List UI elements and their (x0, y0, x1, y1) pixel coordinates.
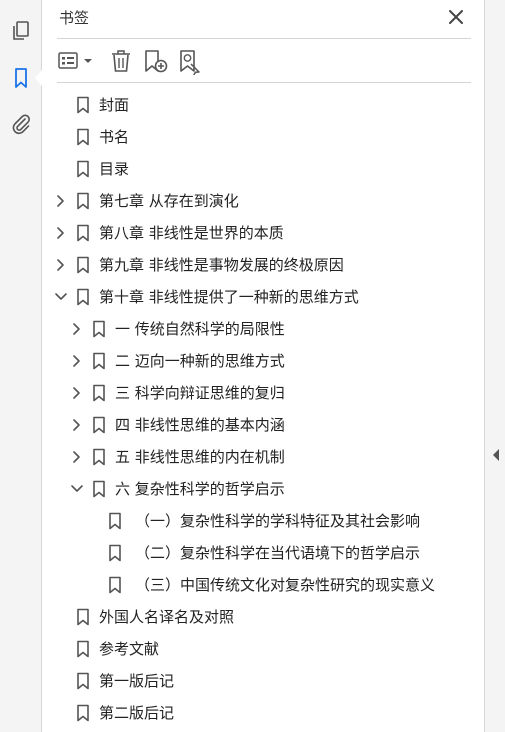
bookmark-item-icon (76, 640, 90, 658)
bookmark-item-icon (108, 544, 122, 562)
bookmark-icon[interactable] (9, 66, 33, 90)
bookmark-label: 二 迈向一种新的思维方式 (115, 352, 285, 370)
bookmark-item-icon (76, 192, 90, 210)
trash-icon[interactable] (109, 47, 133, 75)
bookmark-item-icon (76, 128, 90, 146)
new-bookmark-icon[interactable] (143, 47, 169, 75)
bookmark-item[interactable]: 第九章 非线性是事物发展的终极原因 (43, 249, 484, 281)
bookmark-label: 第八章 非线性是世界的本质 (99, 224, 284, 242)
bookmark-item[interactable]: 四 非线性思维的基本内涵 (43, 409, 484, 441)
bookmark-item-icon (76, 256, 90, 274)
bookmark-item-icon (76, 672, 90, 690)
bookmark-item[interactable]: 第十章 非线性提供了一种新的思维方式 (43, 281, 484, 313)
bookmark-item[interactable]: （一）复杂性科学的学科特征及其社会影响 (43, 505, 484, 537)
bookmark-item[interactable]: 六 复杂性科学的哲学启示 (43, 473, 484, 505)
bookmark-label: 目录 (99, 160, 130, 178)
panel-collapse-strip[interactable] (484, 0, 505, 732)
options-menu-button[interactable] (57, 47, 97, 75)
bookmark-item[interactable]: 第七章 从存在到演化 (43, 185, 484, 217)
bookmark-item[interactable]: 一 传统自然科学的局限性 (43, 313, 484, 345)
divider (57, 38, 471, 39)
collapse-arrow-icon[interactable] (492, 447, 500, 461)
bookmark-item-icon (92, 320, 106, 338)
bookmark-item[interactable]: （二）复杂性科学在当代语境下的哲学启示 (43, 537, 484, 569)
bookmark-label: 四 非线性思维的基本内涵 (115, 416, 285, 434)
chevron-right-icon[interactable] (70, 417, 84, 433)
bookmark-label: 一 传统自然科学的局限性 (115, 320, 285, 338)
bookmark-item-icon (76, 224, 90, 242)
bookmark-item[interactable]: 书名 (43, 121, 484, 153)
chevron-right-icon[interactable] (70, 353, 84, 369)
bookmark-label: 第十章 非线性提供了一种新的思维方式 (99, 288, 359, 306)
close-icon[interactable] (446, 7, 466, 27)
bookmark-item[interactable]: 参考文献 (43, 633, 484, 665)
attachment-icon[interactable] (9, 112, 33, 136)
bookmark-label: （一）复杂性科学的学科特征及其社会影响 (135, 512, 421, 530)
bookmark-label: 封面 (99, 96, 130, 114)
bookmark-item[interactable]: 二 迈向一种新的思维方式 (43, 345, 484, 377)
chevron-right-icon[interactable] (54, 193, 68, 209)
bookmark-label: 第一版后记 (99, 672, 175, 690)
chevron-right-icon[interactable] (70, 385, 84, 401)
bookmark-item-icon (108, 576, 122, 594)
bookmark-label: 第二版后记 (99, 704, 175, 722)
bookmark-item[interactable]: 第一版后记 (43, 665, 484, 697)
bookmark-item-icon (92, 480, 106, 498)
bookmark-item-icon (92, 416, 106, 434)
bookmark-item[interactable]: 三 科学向辩证思维的复归 (43, 377, 484, 409)
pages-icon[interactable] (9, 19, 33, 43)
bookmark-item-icon (76, 608, 90, 626)
bookmark-item-icon (76, 704, 90, 722)
navigation-rail (0, 0, 42, 732)
bookmark-label: 五 非线性思维的内在机制 (115, 448, 285, 466)
bookmark-label: 书名 (99, 128, 130, 146)
bookmark-item[interactable]: 目录 (43, 153, 484, 185)
bookmarks-panel: 书签 封面 书名 目录 第七章 从存在到演化 第八章 非线性是世界的本质 第九章… (43, 0, 484, 732)
bookmark-label: 三 科学向辩证思维的复归 (115, 384, 285, 402)
bookmark-item-icon (76, 96, 90, 114)
bookmark-item-icon (76, 160, 90, 178)
bookmark-item-icon (108, 512, 122, 530)
bookmark-label: 第七章 从存在到演化 (99, 192, 239, 210)
bookmark-item-icon (92, 448, 106, 466)
bookmark-label: 六 复杂性科学的哲学启示 (115, 480, 285, 498)
bookmark-item[interactable]: 五 非线性思维的内在机制 (43, 441, 484, 473)
chevron-down-icon[interactable] (70, 481, 84, 497)
bookmark-label: 外国人名译名及对照 (99, 608, 235, 626)
bookmark-label: （二）复杂性科学在当代语境下的哲学启示 (135, 544, 421, 562)
bookmark-item[interactable]: 外国人名译名及对照 (43, 601, 484, 633)
bookmark-item[interactable]: 封面 (43, 89, 484, 121)
chevron-right-icon[interactable] (54, 257, 68, 273)
chevron-down-icon[interactable] (54, 289, 68, 305)
chevron-right-icon[interactable] (54, 225, 68, 241)
bookmark-label: 第九章 非线性是事物发展的终极原因 (99, 256, 344, 274)
chevron-right-icon[interactable] (70, 449, 84, 465)
chevron-right-icon[interactable] (70, 321, 84, 337)
divider (57, 82, 471, 83)
active-indicator (35, 70, 42, 86)
bookmark-label: （三）中国传统文化对复杂性研究的现实意义 (135, 576, 436, 594)
bookmark-item-icon (92, 384, 106, 402)
bookmark-item[interactable]: 第八章 非线性是世界的本质 (43, 217, 484, 249)
find-bookmark-icon[interactable] (178, 47, 204, 76)
bookmark-item[interactable]: （三）中国传统文化对复杂性研究的现实意义 (43, 569, 484, 601)
bookmark-item-icon (76, 288, 90, 306)
bookmark-item-icon (92, 352, 106, 370)
bookmark-label: 参考文献 (99, 640, 160, 658)
panel-title: 书签 (59, 9, 90, 27)
bookmark-item[interactable]: 第二版后记 (43, 697, 484, 729)
